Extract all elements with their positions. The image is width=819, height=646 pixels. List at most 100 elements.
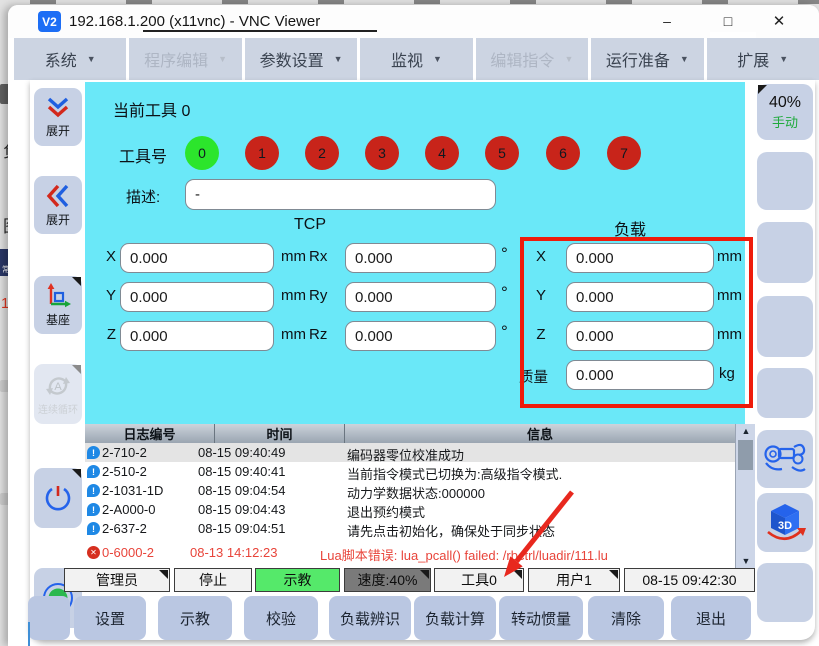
log-row[interactable]: ! 2-637-2 08-15 09:04:51 请先点击初始化，确保处于同步状… [85, 519, 735, 538]
action-blank-button[interactable] [28, 596, 70, 640]
cycle-label: 连续循环 [38, 401, 78, 416]
desktop-blue-line [28, 622, 30, 646]
desktop-top-dashes [30, 0, 819, 4]
info-icon: ! [87, 484, 100, 497]
menu-extension[interactable]: 扩展 ▼ [707, 38, 819, 80]
current-tool-label: 当前工具 0 [113, 97, 190, 121]
chevron-down-icon: ▼ [87, 54, 96, 64]
load-axis-label: X [528, 248, 554, 265]
right-blank-button[interactable] [757, 152, 813, 210]
double-chevron-down-icon [44, 96, 72, 120]
tcp-axis-label: Y [100, 287, 116, 304]
expand-down-button[interactable]: 展开 [34, 88, 82, 146]
teach-button[interactable]: 示教 [158, 596, 232, 640]
info-icon: ! [87, 503, 100, 516]
expand-left-button[interactable]: 展开 [34, 176, 82, 234]
clear-button[interactable]: 清除 [588, 596, 664, 640]
tool-circle-3[interactable]: 3 [365, 136, 399, 170]
log-scrollbar[interactable]: ▲ ▼ [735, 424, 755, 568]
load-z-input[interactable] [566, 321, 714, 351]
right-blank-button[interactable] [757, 368, 813, 418]
log-time: 08-15 09:04:43 [198, 502, 285, 517]
tool-circle-0[interactable]: 0 [185, 136, 219, 170]
log-time: 08-15 09:04:51 [198, 521, 285, 536]
menu-label: 程序编辑 [144, 47, 208, 71]
log-header: 日志编号 时间 信息 [85, 424, 735, 443]
menu-label: 运行准备 [606, 47, 670, 71]
speed-value: 40% [769, 94, 801, 112]
tcp-z-input[interactable] [120, 321, 274, 351]
menu-label: 扩展 [737, 47, 769, 71]
log-id: 2-510-2 [102, 464, 147, 479]
tool-circle-7[interactable]: 7 [607, 136, 641, 170]
log-id: 2-710-2 [102, 445, 147, 460]
description-input[interactable] [185, 179, 496, 210]
load-y-input[interactable] [566, 282, 714, 312]
log-id: 0-6000-2 [102, 545, 154, 560]
menu-program-edit: 程序编辑▼ [129, 38, 241, 80]
speed-mode-button[interactable]: 40% 手动 [757, 84, 813, 140]
menu-run-prepare[interactable]: 运行准备▼ [591, 38, 703, 80]
log-row-error[interactable]: ✕ 0-6000-2 08-13 14:12:23 Lua脚本错误: lua_p… [85, 543, 735, 568]
base-frame-button[interactable]: 基座 [34, 276, 82, 334]
verify-button[interactable]: 校验 [244, 596, 318, 640]
exit-button[interactable]: 退出 [671, 596, 751, 640]
tcp-rx-input[interactable] [345, 243, 496, 273]
menu-edit-command: 编辑指令 ▼ [476, 38, 588, 80]
log-header-id: 日志编号 [85, 424, 215, 443]
menu-parameter-settings[interactable]: 参数设置 ▼ [245, 38, 357, 80]
chevron-down-icon: ▼ [779, 54, 788, 64]
status-speed[interactable]: 速度:40% [344, 568, 431, 592]
settings-button[interactable]: 设置 [74, 596, 146, 640]
info-icon: ! [87, 465, 100, 478]
menu-system[interactable]: 系统▼ [14, 38, 126, 80]
tool-circle-5[interactable]: 5 [485, 136, 519, 170]
view-3d-button[interactable]: 3D [757, 493, 813, 552]
log-row[interactable]: ! 2-710-2 08-15 09:40:49 编码器零位校准成功 [85, 443, 735, 462]
log-row[interactable]: ! 2-510-2 08-15 09:40:41 当前指令模式已切换为:高级指令… [85, 462, 735, 481]
scrollbar-thumb[interactable] [738, 440, 753, 470]
scroll-up-icon[interactable]: ▲ [736, 424, 756, 438]
tool-circle-1[interactable]: 1 [245, 136, 279, 170]
minimize-button[interactable]: – [645, 5, 689, 37]
base-label: 基座 [46, 311, 70, 328]
load-mass-input[interactable] [566, 360, 714, 390]
menu-label: 参数设置 [260, 47, 324, 71]
status-role[interactable]: 管理员 [64, 568, 170, 592]
hand-guide-button[interactable] [757, 430, 813, 488]
mode-value: 手动 [772, 112, 798, 131]
power-button[interactable] [34, 468, 82, 528]
log-id: 2-A000-0 [102, 502, 155, 517]
right-blank-button[interactable] [757, 563, 813, 622]
log-row[interactable]: ! 2-A000-0 08-15 09:04:43 退出预约模式 [85, 500, 735, 519]
title-bar: V2 192.168.1.200 (x11vnc) - VNC Viewer –… [8, 5, 819, 38]
tcp-runit: ° [501, 283, 508, 303]
tool-circle-2[interactable]: 2 [305, 136, 339, 170]
status-mode[interactable]: 示教 [255, 568, 340, 592]
right-blank-button[interactable] [757, 222, 813, 283]
tcp-x-input[interactable] [120, 243, 274, 273]
tool-circle-6[interactable]: 6 [546, 136, 580, 170]
tcp-rz-input[interactable] [345, 321, 496, 351]
menu-monitor[interactable]: 监视▼ [360, 38, 472, 80]
status-run-state[interactable]: 停止 [174, 568, 252, 592]
load-calc-button[interactable]: 负载计算 [414, 596, 496, 640]
load-identify-button[interactable]: 负载辨识 [329, 596, 411, 640]
chevron-down-icon: ▼ [334, 54, 343, 64]
power-icon [43, 483, 73, 513]
load-unit: mm [717, 287, 742, 304]
right-blank-button[interactable] [757, 296, 813, 357]
load-x-input[interactable] [566, 243, 714, 273]
tcp-ry-input[interactable] [345, 282, 496, 312]
scroll-down-icon[interactable]: ▼ [736, 554, 756, 568]
log-row[interactable]: ! 2-1031-1D 08-15 09:04:54 动力学数据状态:00000… [85, 481, 735, 500]
menu-label: 编辑指令 [490, 47, 554, 71]
chevron-down-icon: ▼ [564, 54, 573, 64]
tcp-y-input[interactable] [120, 282, 274, 312]
description-label: 描述: [126, 186, 160, 207]
chevron-down-icon: ▼ [433, 54, 442, 64]
inertia-button[interactable]: 转动惯量 [499, 596, 583, 640]
close-button[interactable]: ✕ [757, 5, 801, 37]
load-title: 负载 [570, 216, 690, 240]
tool-circle-4[interactable]: 4 [425, 136, 459, 170]
